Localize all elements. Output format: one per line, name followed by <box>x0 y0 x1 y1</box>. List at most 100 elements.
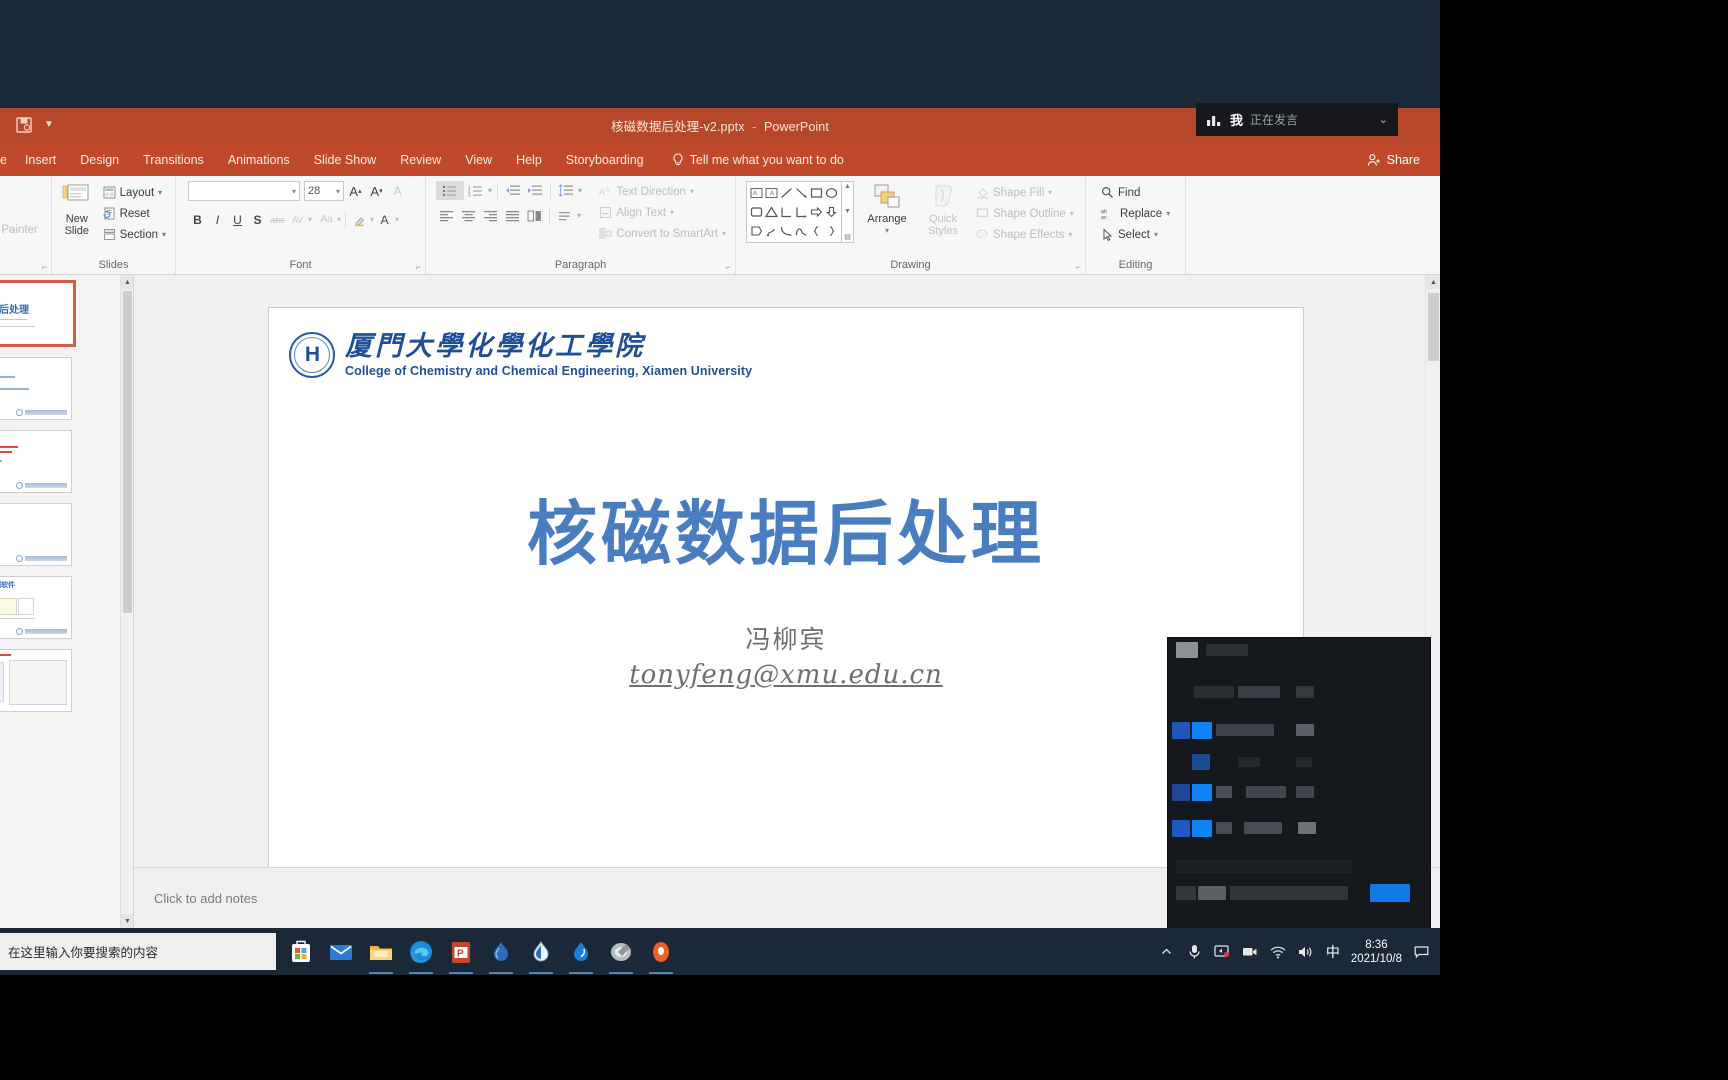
paragraph-dialog-launcher[interactable]: ⌐ <box>726 262 731 272</box>
thumbnail-row-4[interactable]: 据后处理 <box>0 498 108 571</box>
change-case-button[interactable]: Aa <box>317 210 336 229</box>
thumbnail-row-6[interactable] <box>0 644 108 717</box>
tab-file[interactable]: e <box>0 144 13 176</box>
gallery-scroll-down-icon[interactable]: ▼ <box>844 208 851 215</box>
shape-right-arrow-icon[interactable] <box>809 203 824 222</box>
quick-styles-button[interactable]: Quick Styles <box>920 181 966 237</box>
text-direction-button[interactable]: AA Text Direction ▾ <box>596 181 729 202</box>
shape-effects-button[interactable]: Shape Effects ▾ <box>973 224 1077 245</box>
slide-title-text[interactable]: 核磁数据后处理 <box>269 478 1303 579</box>
shapes-gallery-scrollbar[interactable]: ▲ ▼ ▤ <box>842 181 854 243</box>
clear-formatting-icon[interactable]: A <box>388 182 407 201</box>
slide-thumbnail-6[interactable] <box>0 649 72 712</box>
panel-action-row[interactable] <box>1168 882 1430 906</box>
arrange-button[interactable]: Arrange ▾ <box>861 181 913 237</box>
text-highlight-color-icon[interactable] <box>350 210 369 229</box>
tell-me-box[interactable]: Tell me what you want to do <box>656 153 844 167</box>
taskbar-search-box[interactable]: 在这里输入你要搜索的内容 <box>0 933 276 970</box>
text-direction-inline-button[interactable] <box>555 206 575 225</box>
app-blue-drop-icon[interactable] <box>488 939 514 974</box>
tab-review[interactable]: Review <box>388 144 453 176</box>
increase-font-size-icon[interactable]: A ▴ <box>346 182 365 201</box>
shape-oval-icon[interactable] <box>824 184 839 203</box>
slide-thumbnail-pane[interactable]: 磁数据后处理 <box>0 275 134 928</box>
reset-button[interactable]: Reset <box>100 203 169 224</box>
participant-row-2[interactable] <box>1168 716 1430 746</box>
camera-icon[interactable] <box>1242 943 1259 960</box>
chevron-down-icon[interactable]: ⌄ <box>1379 113 1388 126</box>
shape-rounded-rect-icon[interactable] <box>749 203 764 222</box>
decrease-font-size-icon[interactable]: A ▾ <box>367 182 386 201</box>
tab-insert[interactable]: Insert <box>13 144 68 176</box>
shape-outline-button[interactable]: Shape Outline ▾ <box>973 203 1077 224</box>
layout-button[interactable]: Layout ▾ <box>100 182 169 203</box>
shape-elbow-connector-icon[interactable] <box>779 203 794 222</box>
shape-triangle-icon[interactable] <box>764 203 779 222</box>
justify-button[interactable] <box>502 206 522 225</box>
replace-button[interactable]: ab ac Replace ▾ <box>1098 203 1173 224</box>
microsoft-store-icon[interactable] <box>288 939 314 965</box>
meeting-participants-panel[interactable] <box>1168 638 1430 928</box>
slide-thumbnail-1[interactable]: 磁数据后处理 <box>0 280 76 347</box>
thumbnail-row-3[interactable] <box>0 425 108 498</box>
mail-icon[interactable] <box>328 939 354 965</box>
find-button[interactable]: Find <box>1098 182 1173 203</box>
participant-row-5[interactable] <box>1168 814 1430 844</box>
shape-pentagon-icon[interactable] <box>749 221 764 240</box>
file-explorer-icon[interactable] <box>368 939 394 974</box>
bold-button[interactable]: B <box>188 210 207 229</box>
character-spacing-button[interactable]: AV <box>288 210 307 229</box>
ime-indicator[interactable]: 中 <box>1326 942 1340 962</box>
canvas-scroll-thumb[interactable] <box>1428 293 1439 361</box>
canvas-scroll-up-icon[interactable]: ▲ <box>1426 275 1440 289</box>
convert-smartart-button[interactable]: Convert to SmartArt ▾ <box>596 223 729 244</box>
powerpoint-icon[interactable]: P <box>448 939 474 974</box>
shape-vertical-textbox-icon[interactable]: A <box>764 184 779 203</box>
line-spacing-button[interactable] <box>556 181 576 200</box>
thumbnail-row-1[interactable]: 磁数据后处理 <box>0 275 108 352</box>
slide-author-text[interactable]: 冯柳宾 <box>269 620 1303 656</box>
slide-thumbnail-2[interactable] <box>0 357 72 420</box>
align-right-button[interactable] <box>480 206 500 225</box>
screen-share-icon[interactable] <box>1214 943 1231 960</box>
font-color-button[interactable]: A <box>375 210 394 229</box>
shape-arrow-icon[interactable] <box>794 184 809 203</box>
app-orange-icon[interactable] <box>648 939 674 974</box>
slide-thumbnail-3[interactable] <box>0 430 72 493</box>
increase-indent-button[interactable] <box>525 181 545 200</box>
notes-placeholder[interactable]: Click to add notes <box>134 891 257 906</box>
shape-elbow-arrow-icon[interactable] <box>794 203 809 222</box>
speaker-icon[interactable] <box>1298 943 1315 960</box>
shapes-grid[interactable]: A A <box>746 181 842 243</box>
thumbnail-scroll-thumb[interactable] <box>123 291 132 613</box>
font-dialog-launcher[interactable]: ⌐ <box>416 262 421 272</box>
thumbnail-row-2[interactable] <box>0 352 108 425</box>
italic-button[interactable]: I <box>208 210 227 229</box>
meeting-status-bar[interactable]: 我 正在发言 ⌄ <box>1196 103 1398 136</box>
align-left-button[interactable] <box>436 206 456 225</box>
decrease-indent-button[interactable] <box>503 181 523 200</box>
underline-button[interactable]: U <box>228 210 247 229</box>
slide-email-text[interactable]: tonyfeng@xmu.edu.cn <box>269 660 1303 690</box>
thumbnail-scroll-down-icon[interactable]: ▼ <box>121 914 133 928</box>
thumbnail-scroll-up-icon[interactable]: ▲ <box>121 275 133 289</box>
tab-help[interactable]: Help <box>504 144 554 176</box>
new-slide-button[interactable]: New Slide <box>58 181 96 237</box>
gallery-scroll-up-icon[interactable]: ▲ <box>844 183 851 190</box>
shape-line-icon[interactable] <box>779 184 794 203</box>
panel-primary-button[interactable] <box>1370 884 1410 902</box>
microsoft-edge-icon[interactable] <box>408 939 434 974</box>
tab-animations[interactable]: Animations <box>216 144 302 176</box>
shapes-gallery[interactable]: A A ▲ ▼ ▤ <box>746 181 854 243</box>
columns-button[interactable] <box>524 206 544 225</box>
thumbnail-scrollbar[interactable]: ▲ ▼ <box>120 275 133 928</box>
shape-down-arrow-icon[interactable] <box>824 203 839 222</box>
current-slide[interactable]: H 厦門大學化學化工學院 College of Chemistry and Ch… <box>269 308 1303 905</box>
text-shadow-button[interactable]: S <box>248 210 267 229</box>
gallery-more-icon[interactable]: ▤ <box>844 233 851 241</box>
tab-design[interactable]: Design <box>68 144 131 176</box>
section-button[interactable]: Section ▾ <box>100 224 169 245</box>
font-name-input[interactable]: ▾ <box>188 181 300 201</box>
format-painter-button[interactable]: t Painter <box>0 219 41 240</box>
font-size-input[interactable]: 28 ▾ <box>304 181 344 201</box>
